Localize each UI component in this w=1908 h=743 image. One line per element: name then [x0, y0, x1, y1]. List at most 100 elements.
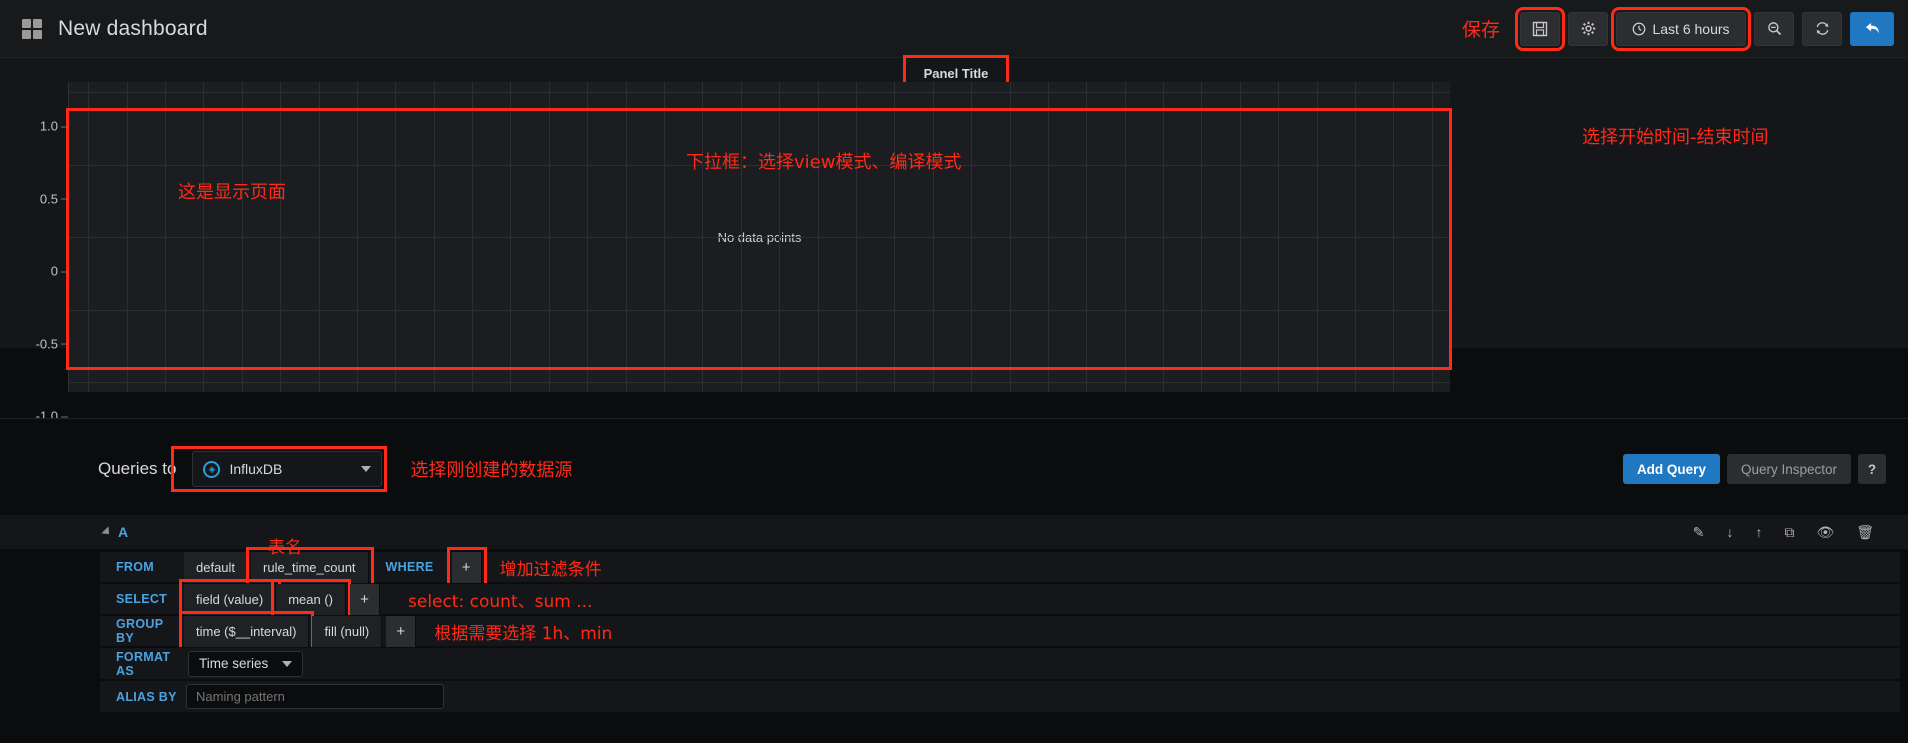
query-row-from: FROM default rule_time_count WHERE + 增加过… — [100, 546, 1900, 588]
query-row-label: A — [118, 524, 129, 540]
gridline-vertical — [1009, 82, 1011, 392]
gridline-horizontal — [69, 309, 1450, 311]
add-select-button[interactable]: + — [350, 583, 380, 615]
page-title[interactable]: New dashboard — [58, 17, 208, 41]
gridline-vertical — [433, 82, 435, 392]
gridline-vertical — [1316, 82, 1318, 392]
gridline-vertical — [1431, 82, 1433, 392]
duplicate-icon[interactable]: ⧉ — [1784, 525, 1794, 539]
query-row-actions: ✎ ↓ ↑ ⧉ 👁 🗑 — [1693, 525, 1908, 539]
gridline-vertical — [779, 82, 781, 392]
query-editor-area: Queries to ◈ InfluxDB 选择刚创建的数据源 Add Quer… — [0, 418, 1908, 743]
top-toolbar: New dashboard 保存 Last 6 hours — [0, 0, 1908, 58]
gridline-vertical — [510, 82, 512, 392]
save-disk-icon — [1532, 21, 1548, 36]
select-field-value[interactable]: field (value) — [178, 578, 282, 620]
gridline-vertical — [855, 82, 857, 392]
query-row-select: SELECT field (value) mean () + select: c… — [100, 578, 1900, 620]
gridline-vertical — [548, 82, 550, 392]
y-axis-tick-label: -0.5 — [35, 336, 69, 351]
grid-icon[interactable] — [22, 18, 42, 39]
edit-pencil-icon[interactable]: ✎ — [1693, 525, 1705, 539]
query-inspector-button[interactable]: Query Inspector — [1726, 454, 1851, 484]
move-up-icon[interactable]: ↑ — [1755, 525, 1762, 539]
gridline-vertical — [817, 82, 819, 392]
time-range-label: Last 6 hours — [1652, 20, 1730, 37]
clock-icon — [1633, 22, 1646, 35]
select-label: SELECT — [116, 592, 168, 606]
toolbar-actions: 保存 Last 6 hours — [1461, 6, 1908, 51]
annotation-dropdown-modes: 下拉框：选择view模式、编译模式 — [686, 152, 962, 173]
delete-trash-icon[interactable]: 🗑 — [1856, 525, 1874, 539]
format-as-value: Time series — [199, 656, 269, 671]
y-axis-tick-label: 0.5 — [39, 191, 69, 206]
add-where-condition-button[interactable]: + — [446, 546, 487, 588]
where-label: WHERE — [385, 560, 434, 574]
group-by-time-value[interactable]: time ($__interval) — [178, 610, 315, 652]
search-minus-icon — [1767, 22, 1781, 36]
refresh-icon — [1816, 22, 1828, 35]
gridline-vertical — [280, 82, 282, 392]
gridline-vertical — [1163, 82, 1165, 392]
format-as-label: FORMAT AS — [116, 649, 171, 678]
queries-header-row: Queries to ◈ InfluxDB 选择刚创建的数据源 Add Quer… — [0, 437, 1908, 501]
chevron-down-icon — [361, 466, 372, 472]
move-down-icon[interactable]: ↓ — [1726, 525, 1733, 539]
gridline-vertical — [164, 82, 166, 392]
annotation-add-filter: 增加过滤条件 — [499, 559, 602, 580]
gridline-vertical — [1393, 82, 1395, 392]
select-function-value[interactable]: mean () — [271, 578, 351, 620]
gridline-vertical — [88, 82, 90, 392]
query-action-buttons: Add Query Query Inspector ? — [1622, 454, 1908, 484]
gridline-vertical — [932, 82, 934, 392]
plot-area[interactable]: No data points — [68, 82, 1450, 392]
gridline-vertical — [1201, 82, 1203, 392]
refresh-button[interactable] — [1802, 11, 1842, 46]
retention-policy-value[interactable]: default — [184, 551, 249, 583]
from-label: FROM — [116, 560, 154, 574]
queries-to-label: Queries to — [98, 459, 177, 478]
gridline-horizontal — [69, 382, 1450, 383]
format-as-select[interactable]: Time series — [188, 650, 304, 677]
time-range-picker[interactable]: Last 6 hours — [1611, 6, 1751, 51]
add-group-by-button[interactable]: + — [386, 615, 417, 647]
zoom-out-button[interactable] — [1754, 11, 1794, 46]
query-row-format-as: FORMAT AS Time series — [100, 647, 1900, 679]
add-query-button[interactable]: Add Query — [1622, 454, 1720, 484]
y-axis-tick-label: 0 — [50, 263, 69, 279]
alias-by-input[interactable] — [186, 684, 444, 709]
chevron-down-icon[interactable] — [101, 526, 113, 538]
graph-panel: Panel Title No data points 1.0 0.5 0 -0.5 -1… — [0, 55, 1908, 465]
panel-title: Panel Title — [923, 65, 989, 81]
alias-by-label: ALIAS BY — [116, 689, 177, 704]
gridline-horizontal — [69, 237, 1450, 238]
gridline-vertical — [203, 82, 205, 392]
gridline-vertical — [1124, 82, 1126, 392]
gridline-vertical — [740, 82, 742, 392]
save-dashboard-button[interactable] — [1515, 6, 1565, 51]
save-annotation: 保存 — [1461, 19, 1500, 41]
gridline-vertical — [664, 82, 666, 392]
group-by-label: GROUP BY — [116, 617, 164, 645]
gridline-vertical — [702, 82, 704, 392]
annotation-datasource: 选择刚创建的数据源 — [410, 460, 573, 481]
gridline-vertical — [472, 82, 474, 392]
toggle-visibility-eye-icon[interactable]: 👁 — [1816, 525, 1834, 539]
datasource-picker[interactable]: ◈ InfluxDB — [192, 451, 383, 487]
gridline-vertical — [1086, 82, 1088, 392]
gear-icon — [1581, 21, 1595, 36]
datasource-picker-highlight: ◈ InfluxDB — [171, 446, 388, 492]
back-to-dashboard-button[interactable] — [1850, 11, 1894, 46]
query-row-group-by: GROUP BY time ($__interval) fill (null) … — [100, 610, 1900, 652]
y-axis-tick-label: 1.0 — [39, 118, 69, 134]
gridline-vertical — [894, 82, 896, 392]
gridline-vertical — [356, 82, 358, 392]
gridline-vertical — [395, 82, 397, 392]
annotation-display-page: 这是显示页面 — [178, 182, 286, 203]
gridline-vertical — [1239, 82, 1241, 392]
help-button[interactable]: ? — [1858, 454, 1886, 484]
group-by-fill-value[interactable]: fill (null) — [312, 615, 383, 647]
query-row-alias-by: ALIAS BY — [100, 680, 1900, 712]
dashboard-settings-button[interactable] — [1568, 11, 1608, 46]
gridline-vertical — [971, 82, 973, 392]
